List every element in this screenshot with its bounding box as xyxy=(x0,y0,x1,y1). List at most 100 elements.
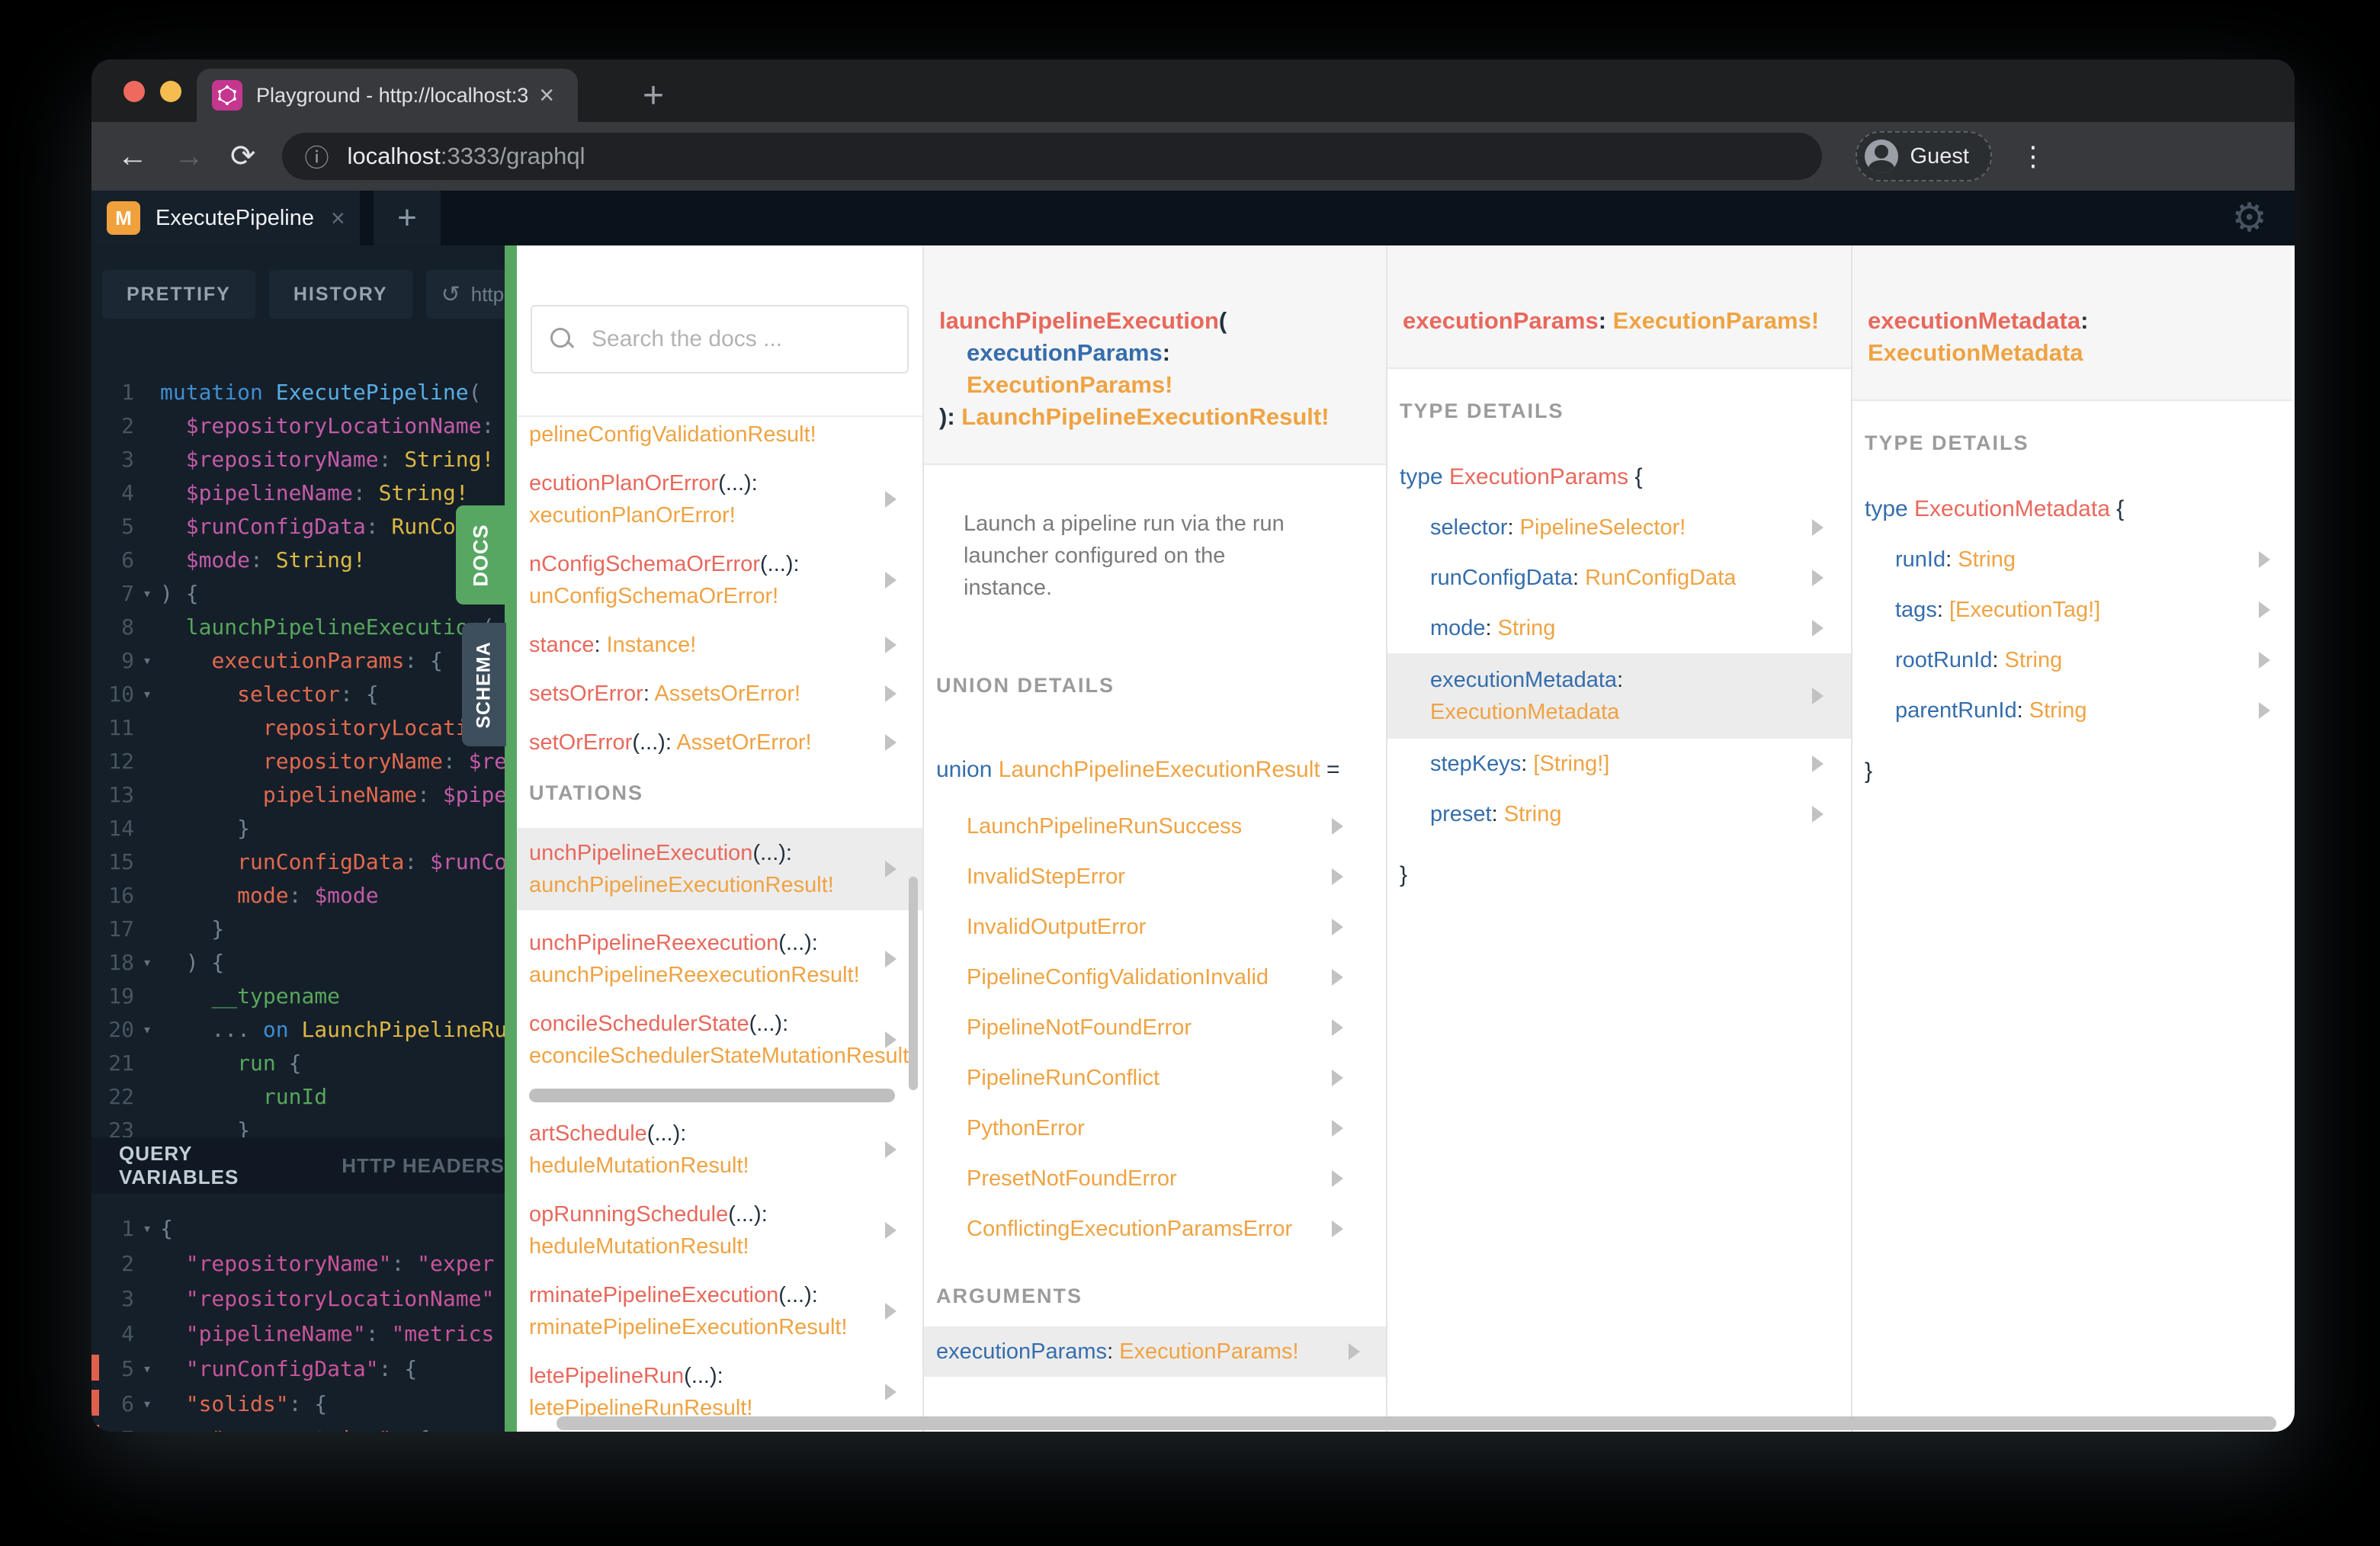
chevron-right-icon[interactable] xyxy=(885,1303,897,1320)
fold-arrow-icon[interactable]: ▾ xyxy=(134,1359,160,1378)
docs-entry[interactable]: unchPipelineExecution(...): aunchPipeline… xyxy=(517,828,922,910)
chevron-right-icon[interactable] xyxy=(1332,919,1343,935)
query-line[interactable]: 7 ▾) { xyxy=(91,576,505,610)
chevron-right-icon[interactable] xyxy=(885,734,897,751)
chevron-right-icon[interactable] xyxy=(1812,620,1823,637)
chevron-right-icon[interactable] xyxy=(885,685,897,702)
query-variables-editor[interactable]: 1 ▾{2 "repositoryName": "exper 3 "reposito… xyxy=(91,1211,505,1432)
tab-http-headers[interactable]: HTTP HEADERS xyxy=(342,1154,505,1178)
docs-entry[interactable]: parentRunId: String xyxy=(1852,685,2292,736)
query-line[interactable]: 8 launchPipelineExecution( xyxy=(91,610,505,643)
vertical-scrollbar[interactable] xyxy=(909,877,918,1090)
chevron-right-icon[interactable] xyxy=(885,637,897,653)
docs-entry[interactable]: executionParams: ExecutionParams! xyxy=(924,1326,1386,1377)
docs-entry[interactable]: opRunningSchedule(...): heduleMutationRes… xyxy=(517,1198,922,1262)
query-line[interactable]: 20▾ ... on LaunchPipelineRunSuccess xyxy=(91,1012,505,1046)
docs-entry[interactable]: mode: String xyxy=(1387,603,1851,653)
docs-entry[interactable]: rootRunId: String xyxy=(1852,635,2292,685)
chevron-right-icon[interactable] xyxy=(1332,1220,1343,1237)
prettify-button[interactable]: PRETTIFY xyxy=(102,270,255,319)
docs-entry[interactable]: executionMetadata: ExecutionMetadata xyxy=(1387,653,1851,739)
docs-entry[interactable]: artSchedule(...): heduleMutationResult! xyxy=(517,1118,922,1182)
reload-button[interactable]: ⟳ xyxy=(230,139,256,174)
docs-side-tab[interactable]: DOCS xyxy=(456,505,506,605)
docs-entry[interactable]: preset: String xyxy=(1387,789,1851,839)
chevron-right-icon[interactable] xyxy=(1812,806,1823,823)
chevron-right-icon[interactable] xyxy=(1349,1343,1360,1360)
query-line[interactable]: 11 repositoryLocationName: $repositoryLo… xyxy=(91,710,505,744)
chevron-right-icon[interactable] xyxy=(2259,702,2270,719)
docs-entry[interactable]: ConflictingExecutionParamsError xyxy=(924,1204,1386,1254)
fold-arrow-icon[interactable]: ▾ xyxy=(134,584,160,602)
docs-entry[interactable]: LaunchPipelineRunSuccess xyxy=(924,801,1386,852)
variable-line[interactable]: 1 ▾{ xyxy=(91,1211,505,1246)
variable-line[interactable]: 6 ▾ "solids": { xyxy=(91,1386,505,1421)
history-button[interactable]: HISTORY xyxy=(268,270,412,319)
url-bar[interactable]: ⓘ localhost :3333/graphql xyxy=(281,133,1822,180)
query-line[interactable]: 19 __typename xyxy=(91,979,505,1012)
docs-entry[interactable]: rminatePipelineExecution(...): rminatePip… xyxy=(517,1279,922,1343)
docs-entry[interactable]: stance: Instance! xyxy=(517,629,922,661)
chevron-right-icon[interactable] xyxy=(2259,601,2270,618)
variable-line[interactable]: 7▾ "save_metrics": { xyxy=(91,1421,505,1432)
chevron-right-icon[interactable] xyxy=(1812,569,1823,586)
fold-arrow-icon[interactable]: ▾ xyxy=(134,1429,160,1432)
chevron-right-icon[interactable] xyxy=(1812,519,1823,536)
docs-entry[interactable]: unchPipelineReexecution(...): aunchPipeli… xyxy=(517,927,922,991)
query-line[interactable]: 10 ▾ selector: { xyxy=(91,677,505,710)
docs-entry[interactable]: stepKeys: [String!] xyxy=(1387,739,1851,789)
docs-entry[interactable]: tags: [ExecutionTag!] xyxy=(1852,585,2292,635)
page-info-icon[interactable]: ⓘ xyxy=(305,139,329,174)
query-line[interactable]: 6 $mode: String! xyxy=(91,543,505,576)
horizontal-scrollbar[interactable] xyxy=(529,1089,895,1102)
query-line[interactable]: 17 } xyxy=(91,912,505,945)
query-line[interactable]: 9 ▾ executionParams: { xyxy=(91,643,505,677)
docs-entry[interactable]: PipelineRunConflict xyxy=(924,1053,1386,1103)
docs-entry[interactable]: concileSchedulerState(...): econcileSched… xyxy=(517,1008,922,1072)
chevron-right-icon[interactable] xyxy=(1812,755,1823,772)
docs-entry[interactable]: runId: String xyxy=(1852,534,2292,585)
search-input[interactable] xyxy=(590,326,890,353)
docs-entry[interactable]: PipelineNotFoundError xyxy=(924,1002,1386,1053)
fold-arrow-icon[interactable]: ▾ xyxy=(134,953,160,971)
chevron-right-icon[interactable] xyxy=(1812,688,1823,704)
docs-entry[interactable]: selector: PipelineSelector! xyxy=(1387,502,1851,553)
docs-entry[interactable]: PipelineConfigValidationInvalid xyxy=(924,952,1386,1002)
docs-entry[interactable]: letePipelineRun(...): letePipelineRunResu… xyxy=(517,1360,922,1424)
docs-entry[interactable]: pelineConfigValidationResult! xyxy=(517,419,922,451)
chevron-right-icon[interactable] xyxy=(885,1141,897,1158)
chevron-right-icon[interactable] xyxy=(885,1031,897,1048)
chevron-right-icon[interactable] xyxy=(1332,818,1343,835)
chevron-right-icon[interactable] xyxy=(885,572,897,589)
variable-line[interactable]: 2 "repositoryName": "exper xyxy=(91,1246,505,1281)
tab-query-variables[interactable]: QUERY VARIABLES xyxy=(119,1142,308,1189)
fold-arrow-icon[interactable]: ▾ xyxy=(134,1219,160,1237)
fold-arrow-icon[interactable]: ▾ xyxy=(134,1020,160,1038)
graphql-query-editor[interactable]: 1 mutation ExecutePipeline(2 $repositoryL… xyxy=(91,375,505,1147)
chevron-right-icon[interactable] xyxy=(885,951,897,967)
query-line[interactable]: 22 runId xyxy=(91,1079,505,1113)
chevron-right-icon[interactable] xyxy=(1332,1019,1343,1036)
docs-entry[interactable]: ecutionPlanOrError(...): xecutionPlanOrEr… xyxy=(517,467,922,531)
query-line[interactable]: 16 mode: $mode xyxy=(91,878,505,912)
chevron-right-icon[interactable] xyxy=(885,1222,897,1239)
forward-button[interactable]: → xyxy=(174,140,204,174)
query-line[interactable]: 5 $runConfigData: RunConfigData! xyxy=(91,509,505,543)
query-line[interactable]: 21 run { xyxy=(91,1046,505,1079)
chevron-right-icon[interactable] xyxy=(2259,652,2270,669)
query-line[interactable]: 15 runConfigData: $runConfigData xyxy=(91,845,505,878)
schema-side-tab[interactable]: SCHEMA xyxy=(462,623,506,746)
back-button[interactable]: ← xyxy=(117,140,148,174)
browser-tab[interactable]: Playground - http://localhost:3 × xyxy=(197,69,578,122)
chevron-right-icon[interactable] xyxy=(885,1384,897,1400)
chevron-right-icon[interactable] xyxy=(885,861,897,877)
chevron-right-icon[interactable] xyxy=(1332,1170,1343,1187)
add-session-button[interactable]: + xyxy=(374,191,441,245)
chevron-right-icon[interactable] xyxy=(1332,1120,1343,1137)
endpoint-input[interactable]: ↺ http://loc xyxy=(425,270,505,319)
query-line[interactable]: 14 } xyxy=(91,811,505,845)
query-line[interactable]: 18 ▾ ) { xyxy=(91,945,505,979)
chevron-right-icon[interactable] xyxy=(2259,551,2270,568)
docs-entry[interactable]: setsOrError: AssetsOrError! xyxy=(517,678,922,710)
macos-minimize-button[interactable] xyxy=(160,81,181,102)
